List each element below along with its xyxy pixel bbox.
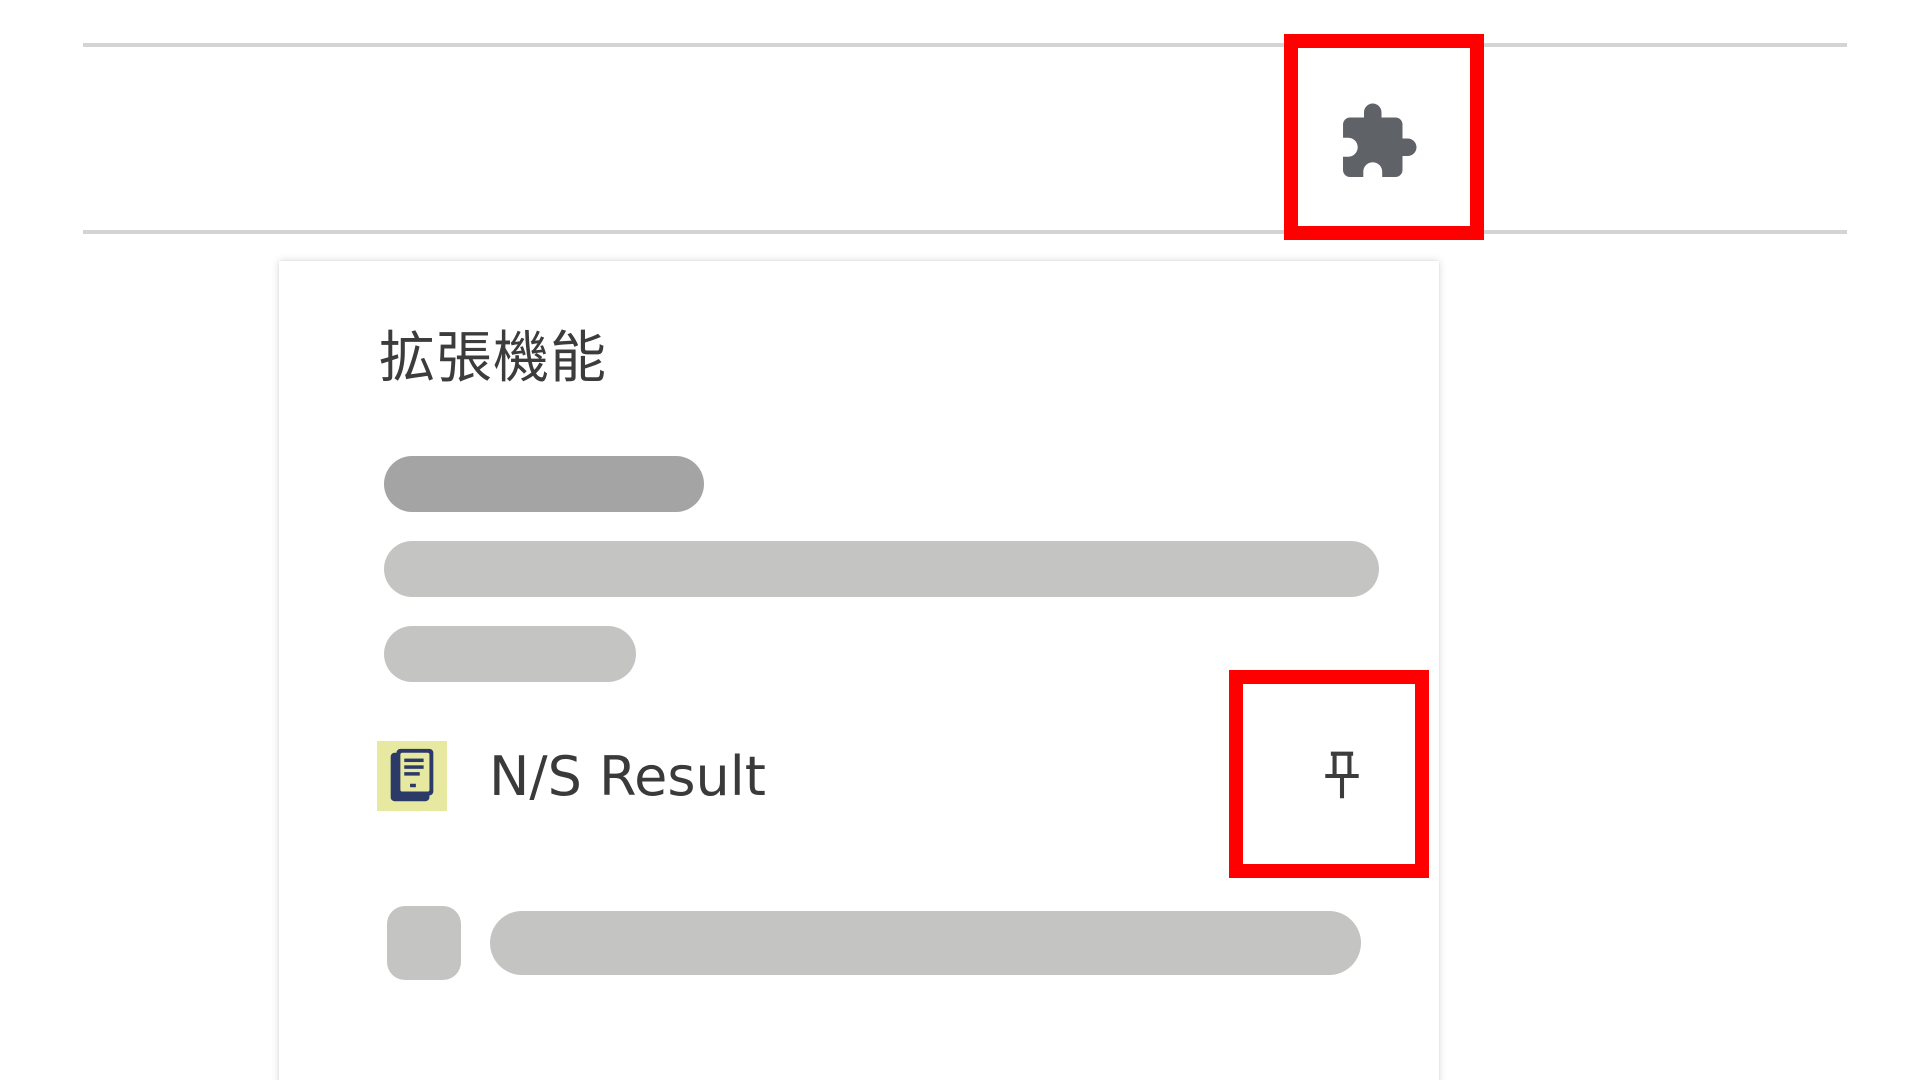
placeholder-bar — [384, 541, 1379, 597]
extension-list-item[interactable]: N/S Result — [374, 721, 1394, 831]
toolbar-bottom-divider — [83, 230, 1847, 234]
puzzle-piece-icon — [1343, 103, 1417, 177]
placeholder-bar — [490, 911, 1361, 975]
document-icon — [377, 741, 447, 811]
placeholder-bar — [384, 626, 636, 682]
placeholder-bar — [384, 456, 704, 512]
browser-toolbar-area: 拡張機能 N/S Result — [0, 0, 1920, 1080]
extension-name: N/S Result — [489, 744, 766, 808]
pin-extension-button[interactable] — [1298, 732, 1386, 820]
extensions-popup: 拡張機能 N/S Result — [279, 261, 1439, 1080]
popup-title: 拡張機能 — [379, 326, 607, 391]
toolbar-top-divider — [83, 43, 1847, 47]
placeholder-icon — [387, 906, 461, 980]
extensions-button[interactable] — [1323, 87, 1433, 197]
pin-icon — [1325, 751, 1359, 799]
